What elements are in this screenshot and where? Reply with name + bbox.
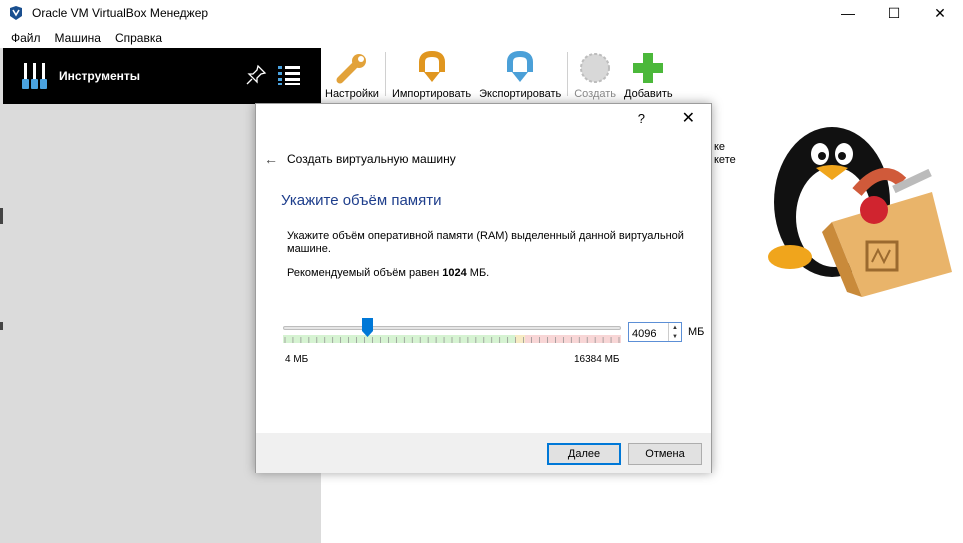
dialog-close-button[interactable]: ✕ [682, 108, 695, 128]
slider-min-label: 4 МБ [285, 354, 309, 365]
splitter-mark [0, 208, 3, 224]
toolbar-separator [567, 52, 569, 96]
welcome-text: ке [714, 141, 726, 153]
plus-icon [633, 53, 664, 83]
slider-track [283, 326, 621, 330]
memory-unit: МБ [688, 326, 705, 338]
maximize-button[interactable]: ☐ [871, 0, 917, 26]
export-button[interactable]: Экспортировать [475, 48, 565, 102]
next-button[interactable]: Далее [547, 443, 621, 465]
menu-bar: Файл Машина Справка [0, 28, 169, 48]
settings-label: Настройки [325, 88, 379, 100]
add-label: Добавить [624, 88, 673, 100]
export-icon [507, 50, 534, 82]
export-label: Экспортировать [479, 88, 562, 100]
splitter-mark [0, 322, 3, 330]
recommend-prefix: Рекомендуемый объём равен [287, 267, 443, 279]
window-titlebar: Oracle VM VirtualBox Менеджер — ☐ ✕ [0, 0, 963, 26]
toolbar-separator [384, 52, 386, 96]
list-menu-icon[interactable] [277, 64, 301, 86]
import-button[interactable]: Импортировать [388, 48, 475, 102]
penguin-toolbox-illustration [768, 127, 952, 297]
menu-help[interactable]: Справка [108, 31, 169, 45]
back-arrow-icon[interactable]: ← [264, 151, 278, 167]
memory-slider[interactable] [283, 318, 623, 354]
memory-input[interactable] [629, 323, 668, 341]
recommended-memory-text: Рекомендуемый объём равен 1024 МБ. [287, 267, 489, 279]
tools-label: Инструменты [59, 69, 141, 83]
dialog-title: Создать виртуальную машину [287, 152, 456, 166]
dialog-footer: Далее Отмена [256, 433, 711, 473]
welcome-text: кете [714, 154, 736, 166]
memory-description: Укажите объём оперативной памяти (RAM) в… [287, 230, 684, 255]
cancel-button[interactable]: Отмена [628, 443, 702, 465]
main-toolbar: Настройки Импортировать Экспортировать С… [321, 48, 677, 104]
slider-max-label: 16384 МБ [574, 354, 620, 365]
section-title: Укажите объём памяти [281, 192, 442, 209]
tools-icon [22, 63, 47, 89]
help-button[interactable]: ? [638, 111, 645, 126]
recommend-value: 1024 [442, 267, 467, 279]
slider-ticks [284, 337, 620, 343]
memory-spinbox[interactable]: ▲ ▼ [628, 322, 682, 342]
import-icon [418, 50, 445, 82]
dialog-titlebar: ? ✕ [256, 104, 711, 134]
pin-icon[interactable] [245, 64, 267, 86]
wrench-icon [336, 54, 366, 84]
create-star-icon [580, 53, 611, 83]
tools-item[interactable]: Инструменты [3, 48, 321, 104]
virtualbox-logo-icon [10, 6, 22, 20]
add-button[interactable]: Добавить [620, 48, 677, 102]
spin-down-icon[interactable]: ▼ [669, 332, 681, 341]
spin-up-icon[interactable]: ▲ [669, 323, 681, 332]
create-label: Создать [574, 88, 617, 100]
slider-handle[interactable] [361, 318, 373, 337]
create-button[interactable]: Создать [570, 48, 620, 102]
minimize-button[interactable]: — [825, 0, 871, 26]
dialog-body: ← Создать виртуальную машину Укажите объ… [256, 134, 711, 433]
import-label: Импортировать [391, 88, 472, 100]
menu-file[interactable]: Файл [4, 31, 48, 45]
window-title: Oracle VM VirtualBox Менеджер [32, 6, 209, 20]
recommend-suffix: МБ. [466, 267, 490, 279]
settings-button[interactable]: Настройки [321, 48, 383, 102]
close-window-button[interactable]: ✕ [917, 0, 963, 26]
menu-machine[interactable]: Машина [48, 31, 108, 45]
create-vm-dialog: ? ✕ ← Создать виртуальную машину Укажите… [255, 103, 712, 473]
